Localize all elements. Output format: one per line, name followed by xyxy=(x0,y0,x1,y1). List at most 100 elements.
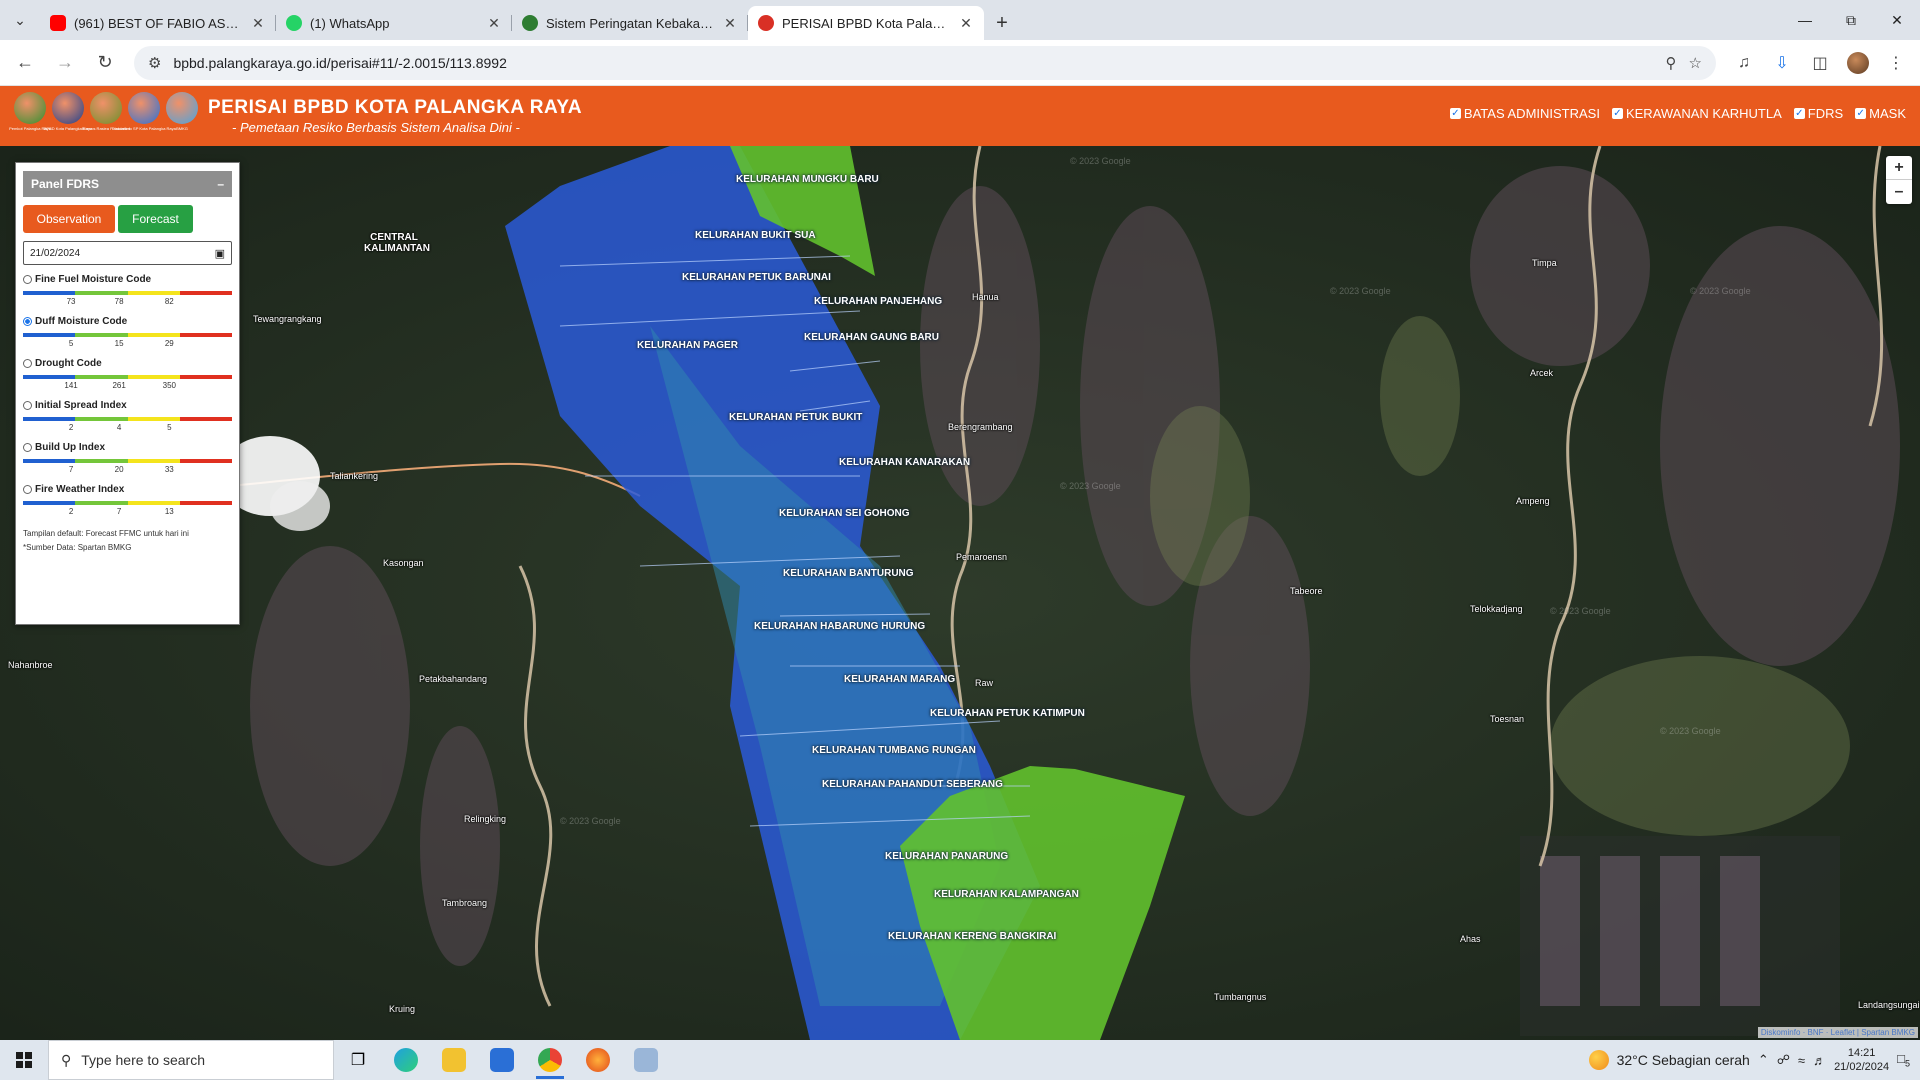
place-label: Tewangrangkang xyxy=(253,314,322,324)
site-info-icon[interactable]: ⚙ xyxy=(148,54,161,72)
place-label: Nahanbroe xyxy=(8,660,53,670)
weather-text[interactable]: 32°C Sebagian cerah xyxy=(1617,1052,1750,1068)
radio-button[interactable] xyxy=(23,359,32,368)
checkbox-checked-icon[interactable]: ✓ xyxy=(1793,108,1805,119)
close-window-icon[interactable]: ✕ xyxy=(1874,0,1920,40)
minimize-icon[interactable]: — xyxy=(1782,0,1828,40)
diskominfo-logo-icon xyxy=(128,92,160,124)
notification-icon[interactable]: □5 xyxy=(1897,1051,1910,1069)
browser-tab-perisai[interactable]: PERISAI BPBD Kota Palangka Ra ✕ xyxy=(748,6,984,40)
notification-count: 5 xyxy=(1904,1058,1910,1069)
layer-toggle-kerawanan-karhutla[interactable]: ✓ KERAWANAN KARHUTLA xyxy=(1611,106,1782,121)
firefox-icon[interactable] xyxy=(574,1040,622,1080)
forecast-button[interactable]: Forecast xyxy=(118,205,193,233)
task-view-icon[interactable]: ❐ xyxy=(334,1040,382,1080)
layer-label: MASK xyxy=(1869,106,1906,121)
chevron-up-icon[interactable]: ⌃ xyxy=(1758,1052,1769,1068)
layer-toggle-mask[interactable]: ✓ MASK xyxy=(1855,106,1906,121)
kelurahan-label: KELURAHAN BANTURUNG xyxy=(783,568,914,579)
chrome-icon[interactable] xyxy=(526,1040,574,1080)
close-tab-icon[interactable]: ✕ xyxy=(486,15,502,32)
layer-label: FDRS xyxy=(1807,106,1844,121)
checkbox-checked-icon[interactable]: ✓ xyxy=(1855,108,1867,119)
windows-start-icon[interactable] xyxy=(0,1040,48,1080)
address-bar[interactable]: ⚙ bpbd.palangkaraya.go.id/perisai#11/-2.… xyxy=(134,45,1716,80)
logo-bpbd: BPBD Kota Palangka Raya xyxy=(44,92,92,140)
taskbar-clock[interactable]: 14:21 21/02/2024 xyxy=(1834,1046,1889,1074)
fdrs-index-option[interactable]: Build Up Index xyxy=(23,442,232,453)
place-label: Arcek xyxy=(1530,368,1554,378)
fdrs-index-option[interactable]: Fine Fuel Moisture Code xyxy=(23,274,232,285)
browser-tab-fire-warning[interactable]: Sistem Peringatan Kebakaran H ✕ xyxy=(512,6,748,40)
map-attribution[interactable]: Diskominfo · BNF · Leaflet | Spartan BMK… xyxy=(1757,1027,1918,1038)
fdrs-index-option[interactable]: Fire Weather Index xyxy=(23,484,232,495)
kelurahan-label: KELURAHAN PETUK BARUNAI xyxy=(682,272,831,283)
close-tab-icon[interactable]: ✕ xyxy=(722,15,738,32)
fdrs-index-label: Drought Code xyxy=(35,358,102,369)
download-icon[interactable]: ⇩ xyxy=(1766,47,1798,79)
map-canvas[interactable]: © 2023 Google © 2023 Google © 2023 Googl… xyxy=(0,146,1920,1040)
edge-browser-icon[interactable] xyxy=(382,1040,430,1080)
bookmark-star-icon[interactable]: ☆ xyxy=(1689,54,1702,72)
fdrs-index-item[interactable]: Fire Weather Index 2 7 13 xyxy=(23,484,232,517)
layer-toggle-batas-administrasi[interactable]: ✓ BATAS ADMINISTRASI xyxy=(1449,106,1600,121)
wifi-icon[interactable]: ≈ xyxy=(1798,1053,1805,1068)
fdrs-index-item[interactable]: Duff Moisture Code 5 15 29 xyxy=(23,316,232,349)
site-brand: PERISAI BPBD KOTA PALANGKA RAYA - Pemeta… xyxy=(208,97,582,135)
radio-button[interactable] xyxy=(23,401,32,410)
network-icon[interactable]: ☍ xyxy=(1777,1052,1790,1068)
fdrs-index-option[interactable]: Duff Moisture Code xyxy=(23,316,232,327)
forward-arrow-icon[interactable]: → xyxy=(48,46,82,80)
kelurahan-label: KELURAHAN MARANG xyxy=(844,674,956,685)
file-explorer-icon[interactable] xyxy=(430,1040,478,1080)
fdrs-index-item[interactable]: Initial Spread Index 2 4 5 xyxy=(23,400,232,433)
clock-date: 21/02/2024 xyxy=(1834,1061,1890,1073)
browser-menu-icon[interactable]: ⋮ xyxy=(1880,47,1912,79)
reload-icon[interactable]: ↻ xyxy=(88,46,122,80)
radio-button[interactable] xyxy=(23,317,32,326)
fdrs-index-item[interactable]: Drought Code 141 261 350 xyxy=(23,358,232,391)
tab-title: (961) BEST OF FABIO ASHER 20 xyxy=(74,15,242,31)
checkbox-checked-icon[interactable]: ✓ xyxy=(1449,108,1461,119)
kelurahan-label: KELURAHAN TUMBANG RUNGAN xyxy=(812,745,976,756)
site-title: PERISAI BPBD KOTA PALANGKA RAYA xyxy=(208,97,583,118)
back-arrow-icon[interactable]: ← xyxy=(8,46,42,80)
new-tab-button[interactable]: + xyxy=(984,6,1020,40)
zoom-out-button[interactable]: – xyxy=(1886,180,1912,204)
fdrs-index-item[interactable]: Fine Fuel Moisture Code 73 78 82 xyxy=(23,274,232,307)
collapse-panel-button[interactable]: – xyxy=(217,177,224,191)
browser-tab-youtube[interactable]: (961) BEST OF FABIO ASHER 20 ✕ xyxy=(40,6,276,40)
observation-button[interactable]: Observation xyxy=(23,205,115,233)
avatar xyxy=(1847,51,1869,74)
date-input[interactable]: 21/02/2024 ▣ xyxy=(23,241,232,265)
zoom-in-button[interactable]: + xyxy=(1886,156,1912,180)
fdrs-index-option[interactable]: Initial Spread Index xyxy=(23,400,232,411)
weather-sun-icon[interactable] xyxy=(1588,1050,1609,1070)
close-tab-icon[interactable]: ✕ xyxy=(250,15,266,32)
zoom-magnifier-icon[interactable]: ⚲ xyxy=(1666,54,1677,72)
layer-toggle-fdrs[interactable]: ✓ FDRS xyxy=(1793,106,1844,121)
calendar-icon[interactable]: ▣ xyxy=(215,247,225,260)
kelurahan-label: KELURAHAN KANARAKAN xyxy=(839,457,971,468)
volume-icon[interactable]: ♬ xyxy=(1813,1053,1826,1068)
side-panel-icon[interactable]: ◫ xyxy=(1804,47,1836,79)
radio-button[interactable] xyxy=(23,485,32,494)
profile-avatar[interactable] xyxy=(1842,47,1874,79)
browser-tab-whatsapp[interactable]: (1) WhatsApp ✕ xyxy=(276,6,512,40)
tab-search-icon[interactable]: ⌄ xyxy=(0,0,40,40)
place-label: Kruing xyxy=(389,1004,416,1014)
radio-button[interactable] xyxy=(23,443,32,452)
url-text[interactable]: bpbd.palangkaraya.go.id/perisai#11/-2.00… xyxy=(173,55,1653,71)
media-control-icon[interactable]: ♫ xyxy=(1728,47,1760,79)
tick-label: 141 xyxy=(64,381,78,390)
restore-icon[interactable]: ⧉ xyxy=(1828,0,1874,40)
fdrs-index-item[interactable]: Build Up Index 7 20 33 xyxy=(23,442,232,475)
mail-icon[interactable] xyxy=(478,1040,526,1080)
radio-button[interactable] xyxy=(23,275,32,284)
close-tab-icon[interactable]: ✕ xyxy=(958,15,974,32)
app-icon[interactable] xyxy=(622,1040,670,1080)
fdrs-index-option[interactable]: Drought Code xyxy=(23,358,232,369)
checkbox-checked-icon[interactable]: ✓ xyxy=(1611,108,1623,119)
taskbar-search-box[interactable]: ⚲ Type here to search xyxy=(48,1040,334,1080)
place-label: Landangsungai xyxy=(1858,1000,1920,1010)
